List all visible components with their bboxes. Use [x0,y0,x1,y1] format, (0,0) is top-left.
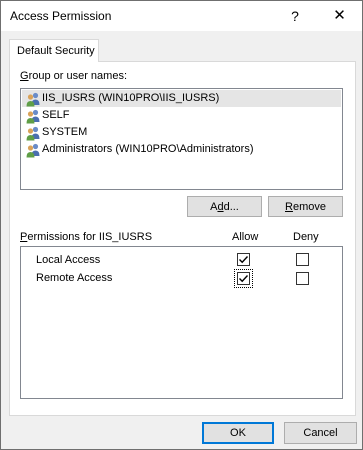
group-names-label: Group or user names: [20,70,127,82]
tab-default-security[interactable]: Default Security [9,39,99,62]
access-permission-dialog: Access Permission ? ✕ Default Security G… [0,0,363,450]
list-item-iis-iusrs[interactable]: IIS_IUSRS (WIN10PRO\IIS_IUSRS) [22,90,341,107]
deny-column-header: Deny [293,231,319,243]
help-button[interactable]: ? [273,1,317,31]
user-group-icon [26,92,40,107]
remote-access-deny-checkbox[interactable] [296,272,309,285]
list-item-self[interactable]: SELF [22,107,341,124]
permissions-label: Permissions for IIS_IUSRS [20,231,153,243]
remove-button[interactable]: Remove [268,196,343,217]
cancel-button[interactable]: Cancel [284,422,357,444]
add-button[interactable]: Add... [187,196,262,217]
help-icon: ? [291,8,299,24]
user-group-icon [26,126,40,141]
tab-label: Default Security [17,45,95,57]
group-user-list[interactable]: IIS_IUSRS (WIN10PRO\IIS_IUSRS) SELF SYST… [20,88,343,190]
remote-access-allow-checkbox[interactable] [237,272,250,285]
local-access-deny-checkbox[interactable] [296,253,309,266]
permission-label-remote-access: Remote Access [36,272,113,284]
allow-column-header: Allow [232,231,259,243]
checkmark-icon [239,275,249,283]
user-group-icon [26,143,40,158]
title-bar: Access Permission ? ✕ [1,1,362,31]
list-item-label: SELF [42,109,70,121]
close-icon: ✕ [333,7,346,24]
list-item-administrators[interactable]: Administrators (WIN10PRO\Administrators) [22,141,341,158]
permission-label-local-access: Local Access [36,254,101,266]
permissions-list: Local Access Remote Access [20,246,343,399]
ok-button[interactable]: OK [202,422,274,444]
window-title: Access Permission [10,9,112,23]
list-item-label: Administrators (WIN10PRO\Administrators) [42,143,254,155]
close-button[interactable]: ✕ [317,1,362,31]
list-item-label: IIS_IUSRS (WIN10PRO\IIS_IUSRS) [42,92,220,104]
tab-panel: Group or user names: IIS_IUSRS (WIN10PRO… [9,61,356,416]
user-group-icon [26,109,40,124]
list-item-label: SYSTEM [42,126,88,138]
list-item-system[interactable]: SYSTEM [22,124,341,141]
checkmark-icon [239,256,249,264]
local-access-allow-checkbox[interactable] [237,253,250,266]
